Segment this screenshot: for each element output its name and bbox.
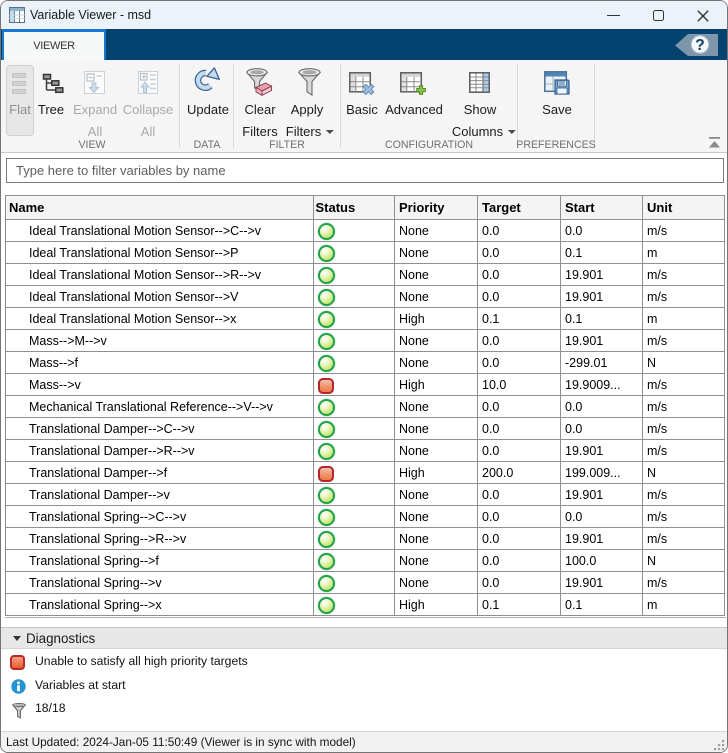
svg-text:?: ?	[695, 37, 704, 54]
